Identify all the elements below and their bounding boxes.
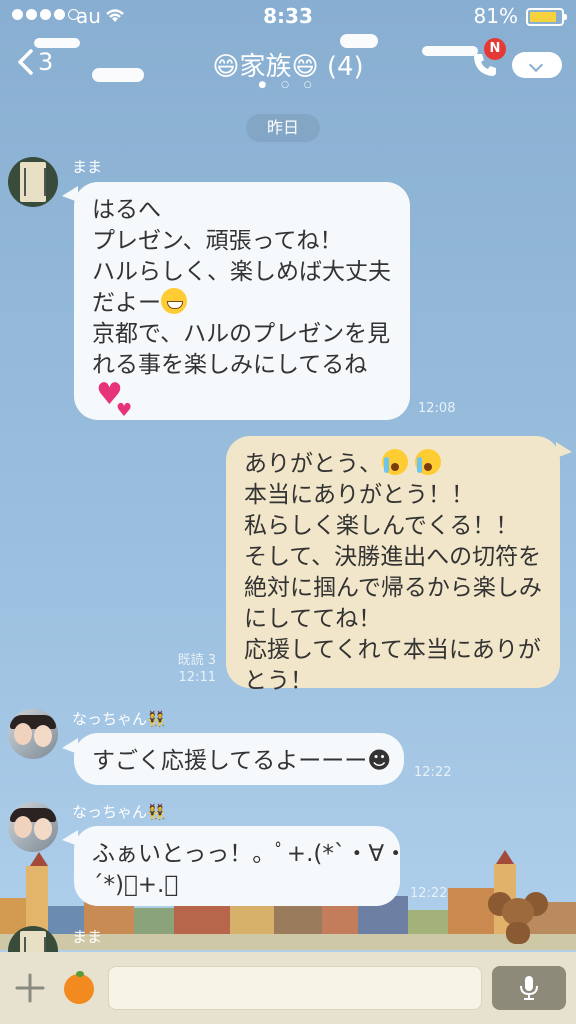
message-text: ´*)ﾟ+.ﾟ [92,872,179,898]
message-text: だよー [92,290,161,316]
chat-header: 3 😄家族😄 (4) ● ○ ○ N [0,34,576,96]
status-bar: au 8:33 81% [0,0,576,34]
notification-badge: N [484,38,506,60]
message-time: 12:11 [178,670,216,685]
message-time: 12:22 [410,886,448,901]
message-text: 本当にありがとう！！ [244,482,474,508]
sticker-orange-icon[interactable] [64,971,94,1004]
crying-emoji-icon [415,449,442,475]
crying-emoji-icon [382,449,408,475]
grin-emoji-icon [161,288,187,314]
read-receipt: 既読 3 [177,653,216,668]
sender-name: なっちゃん👯 [72,803,166,821]
avatar[interactable] [8,802,58,852]
battery-percent: 81% [473,4,518,28]
message-input[interactable] [108,966,482,1010]
message-bubble[interactable]: ありがとう、 本当にありがとう！！ 私らしく楽しんでくる！！ そして、決勝進出へ… [226,436,560,694]
menu-chevron-icon[interactable] [512,52,562,78]
plus-icon[interactable] [14,972,46,1008]
message-text: とう！ [244,668,313,694]
message-bubble[interactable]: ふぁいとっっ！。ﾟ+.(*`・∀・ ´*)ﾟ+.ﾟ [74,826,408,906]
message-text: プレゼン、頑張ってね！ [92,228,343,254]
message-time: 12:22 [414,765,452,780]
sender-name: まま [72,158,103,176]
battery-icon [526,8,567,26]
message-time: 12:08 [418,401,456,416]
message-text: すごく応援してるよーーー☻ [92,748,392,774]
message-text: ありがとう、 [244,451,382,477]
sender-name: なっちゃん👯 [72,710,166,728]
avatar[interactable] [8,157,58,207]
message-bubble[interactable]: すごく応援してるよーーー☻ [74,733,404,785]
avatar[interactable] [8,709,58,759]
message-text: はるへ [92,197,161,223]
message-text: れる事を楽しみにしてるね [92,352,368,378]
message-text: にしててね！ [244,606,382,632]
message-text: ハルらしく、楽しめば大丈夫 [92,259,391,285]
mic-icon [520,976,538,1000]
message-text: そして、決勝進出への切符を [244,544,542,570]
message-text: 応援してくれて本当にありが [244,637,541,663]
sender-name: まま [72,928,103,946]
date-separator: 昨日 [246,114,320,142]
cheburashka-character [488,890,548,944]
message-bubble[interactable]: はるへ プレゼン、頑張ってね！ ハルらしく、楽しめば大丈夫 だよー 京都で、ハル… [74,182,410,421]
mic-button[interactable] [492,966,566,1010]
message-text: 私らしく楽しんでくる！！ [244,513,519,539]
hearts-emoji-icon: ♥ ♥ [96,377,133,421]
message-text: 絶対に掴んで帰るから楽しみ [244,575,542,601]
message-text: 京都で、ハルのプレゼンを見 [92,321,391,347]
message-input-bar [0,952,576,1024]
message-text: ふぁいとっっ！。ﾟ+.(*`・∀・ [92,841,408,867]
